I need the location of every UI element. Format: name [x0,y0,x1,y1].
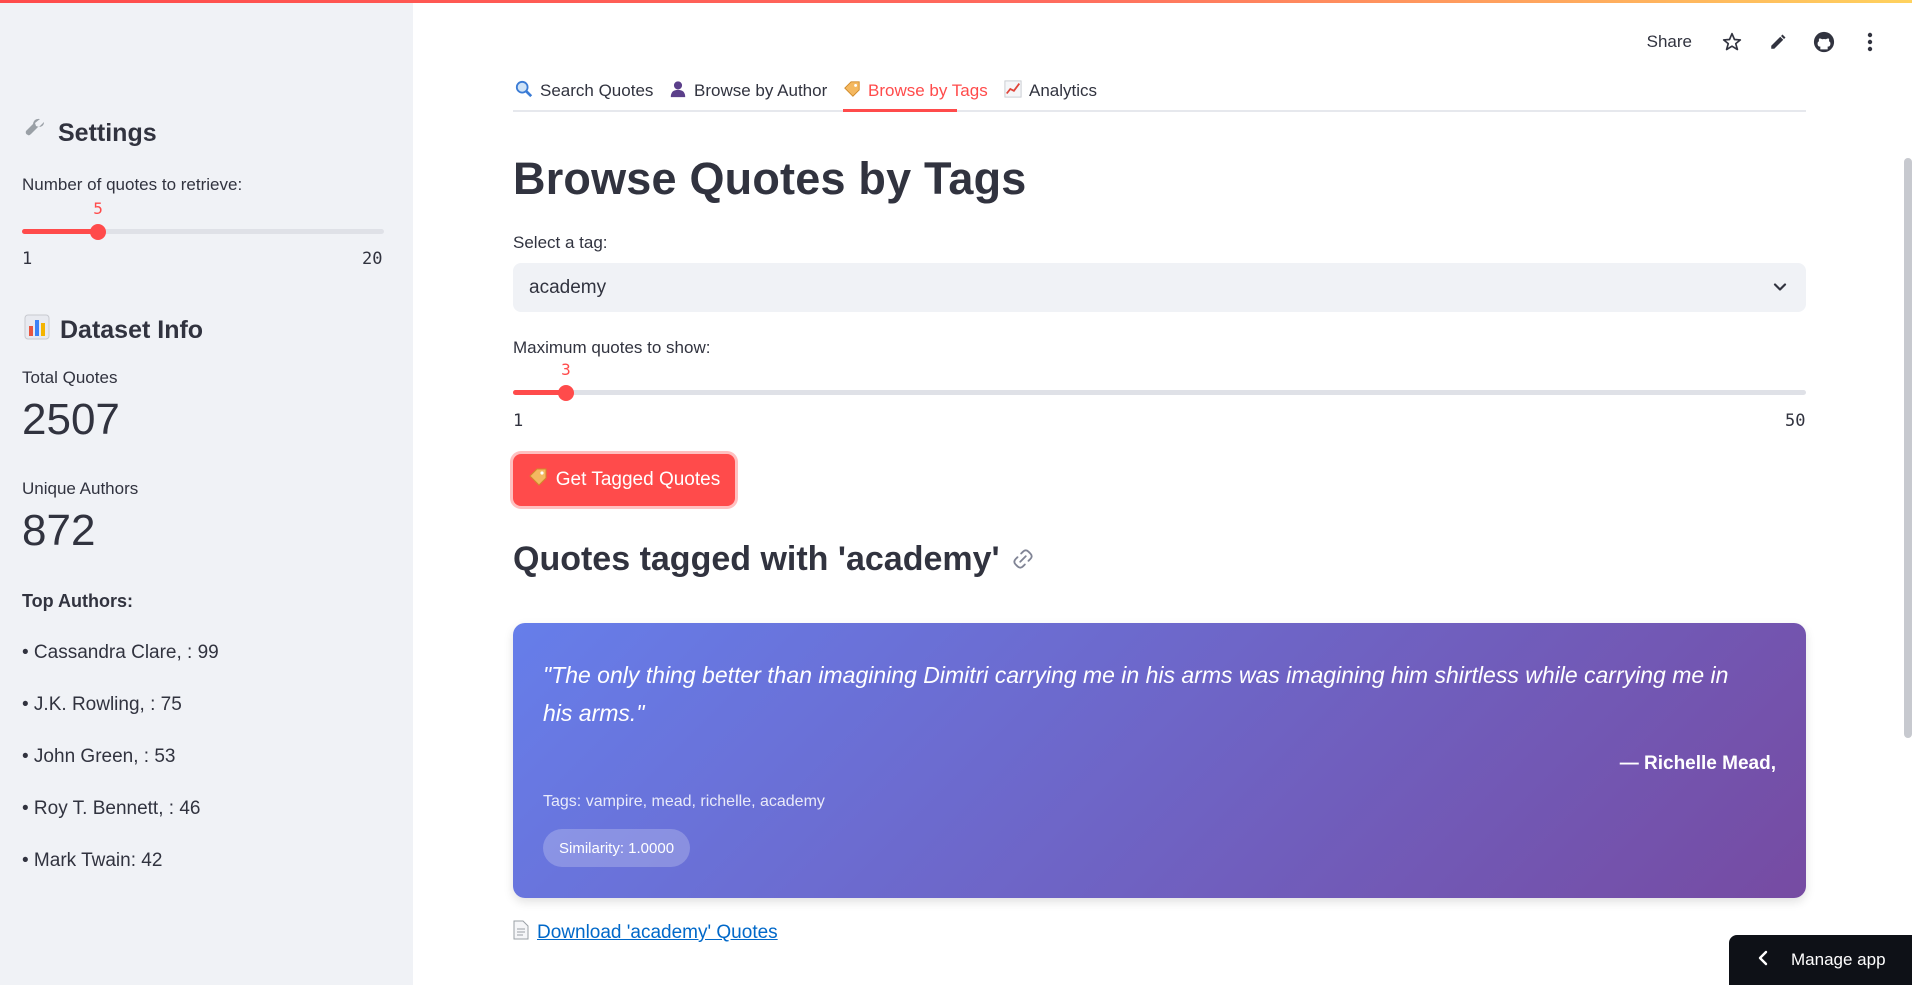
num-quotes-slider[interactable]: 5 [22,199,384,240]
tab-label: Search Quotes [540,81,654,100]
star-icon[interactable] [1720,30,1744,54]
quote-tags: Tags: vampire, mead, richelle, academy [543,793,825,810]
author-list-item: • Roy T. Bennett, : 46 [22,798,201,819]
unique-authors-value: 872 [22,506,96,555]
tag-icon [843,80,861,103]
num-quotes-label: Number of quotes to retrieve: [22,175,243,194]
tag-icon [528,467,548,493]
slider-thumb[interactable] [90,223,107,240]
more-vertical-icon[interactable] [1858,30,1882,54]
chart-icon [1004,79,1022,103]
get-tagged-quotes-button[interactable]: Get Tagged Quotes [513,454,735,506]
author-list-item: • Cassandra Clare, : 99 [22,642,219,663]
unique-authors-label: Unique Authors [22,479,139,498]
manage-app-button[interactable]: Manage app [1729,935,1912,985]
dataset-heading: Dataset Info [24,314,203,347]
chevron-down-icon [1770,277,1790,303]
max-quotes-label: Maximum quotes to show: [513,338,711,357]
slider-thumb[interactable] [558,384,574,401]
tab-label: Browse by Author [694,81,828,100]
slider-track [513,384,1806,401]
settings-title: Settings [58,119,157,147]
magnifier-icon [515,80,533,103]
chevron-left-icon [1757,950,1769,971]
tag-select[interactable]: academy [513,263,1806,312]
settings-heading: Settings [24,118,157,149]
slider-value: 5 [93,199,103,218]
total-quotes-value: 2507 [22,395,120,444]
total-quotes-label: Total Quotes [22,368,118,387]
slider-track [22,223,384,240]
select-value: academy [529,276,607,298]
person-icon [669,80,687,103]
top-decoration-bar [0,0,1912,3]
sidebar: Settings Number of quotes to retrieve: 5… [0,0,413,985]
share-button[interactable]: Share [1647,32,1692,52]
slider-min: 1 [513,411,524,431]
tab-label: Browse by Tags [868,81,988,100]
manage-app-label: Manage app [1791,950,1886,969]
download-label: Download 'academy' Quotes [537,922,778,943]
active-tab-indicator [843,109,957,112]
tab-label: Analytics [1029,81,1098,100]
button-label: Get Tagged Quotes [555,469,721,490]
github-icon[interactable] [1812,30,1836,54]
header-actions: Share [1647,30,1882,54]
author-list-item: • Mark Twain: 42 [22,850,163,871]
dataset-title: Dataset Info [60,316,204,344]
author-list-item: • J.K. Rowling, : 75 [22,694,182,715]
bar-chart-icon [24,314,50,347]
results-heading-text: Quotes tagged with 'academy' [513,540,1000,578]
tab-bar: Search Quotes Browse by Author Browse by… [513,72,1806,112]
link-icon[interactable] [1012,540,1034,579]
slider-value: 3 [561,360,571,379]
quote-author: — Richelle Mead, [1619,753,1776,774]
download-quotes-link[interactable]: Download 'academy' Quotes [513,920,778,946]
slider-max: 50 [1785,411,1806,431]
scrollbar[interactable] [1904,158,1912,738]
wrench-icon [24,118,48,149]
slider-min: 1 [22,249,33,269]
author-list-item: • John Green, : 53 [22,746,176,767]
similarity-badge: Similarity: 1.0000 [543,829,691,867]
quote-text: "The only thing better than imagining Di… [543,662,1729,726]
top-authors-title: Top Authors: [22,591,133,611]
slider-max: 20 [362,249,383,269]
tab-browse-by-author[interactable]: Browse by Author [669,72,827,112]
results-heading: Quotes tagged with 'academy' [513,540,1034,579]
tab-browse-by-tags[interactable]: Browse by Tags [843,72,988,112]
tab-search-quotes[interactable]: Search Quotes [515,72,653,112]
document-icon [513,920,529,946]
slider-fill [22,229,99,234]
select-tag-label: Select a tag: [513,233,608,252]
tab-analytics[interactable]: Analytics [1004,72,1097,112]
quote-card: "The only thing better than imagining Di… [513,623,1806,898]
max-quotes-slider[interactable]: 3 [513,360,1806,401]
edit-icon[interactable] [1766,30,1790,54]
page-title: Browse Quotes by Tags [513,153,1027,204]
